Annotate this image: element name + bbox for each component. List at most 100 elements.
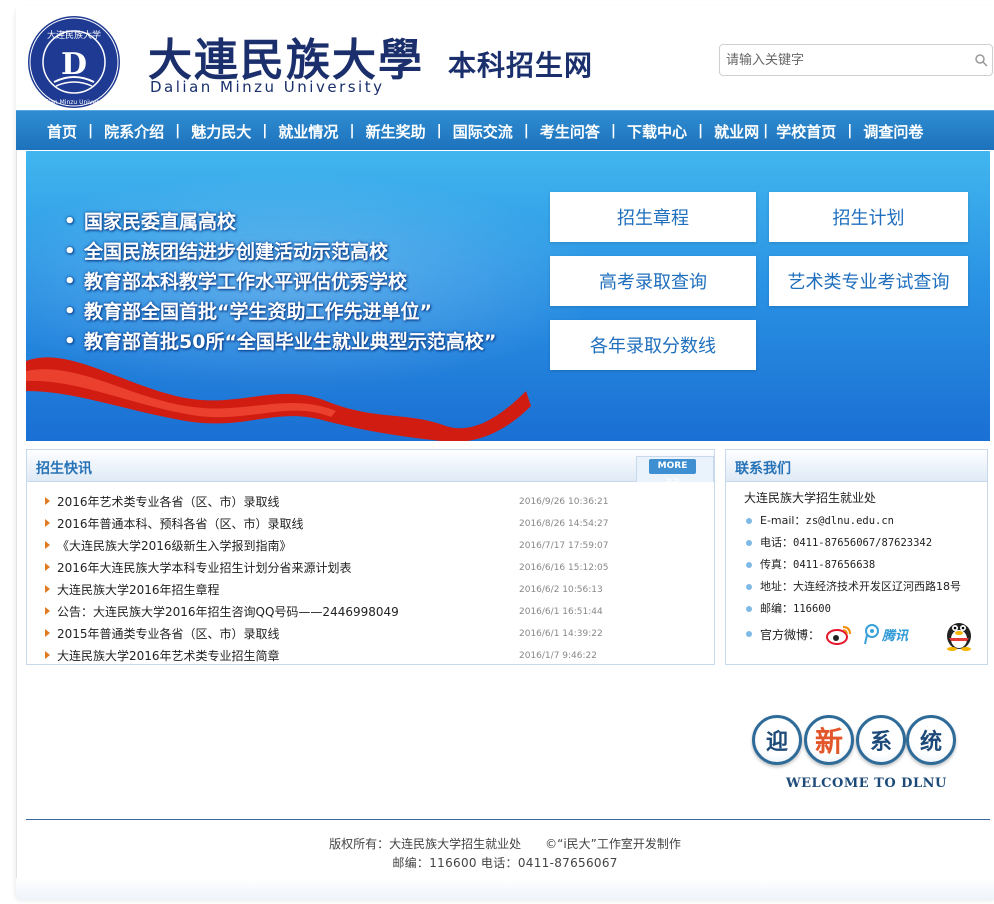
sina-weibo-icon[interactable] xyxy=(826,624,852,646)
contact-label: 邮编： xyxy=(760,602,793,615)
contact-label: E-mail： xyxy=(760,514,806,527)
contact-phone: 电话：0411-87656067/87623342 xyxy=(746,532,961,554)
news-panel-header: 招生快讯 MORE >> xyxy=(27,450,714,486)
nav-departments[interactable]: 院系介绍 xyxy=(93,121,175,142)
news-date: 2016/9/26 10:36:21 xyxy=(519,497,609,507)
news-item[interactable]: 大连民族大学2016年招生章程 2016/6/2 10:56:13 xyxy=(43,578,628,600)
official-weibo-row: 官方微博： 腾讯 xyxy=(746,618,986,651)
news-panel: 招生快讯 MORE >> 2016年艺术类专业各省（区、市）录取线 2016/9/… xyxy=(26,449,715,665)
news-date: 2016/6/1 14:39:22 xyxy=(519,629,603,639)
hero-banner: 国家民委直属高校 全国民族团结进步创建活动示范高校 教育部本科教学工作水平评估优… xyxy=(26,151,990,441)
contact-value: 116600 xyxy=(793,603,831,615)
red-ribbon-decoration xyxy=(26,357,531,441)
dot-bullet-icon xyxy=(746,562,752,568)
nav-charm[interactable]: 魅力民大 xyxy=(180,121,262,142)
nav-jobs-site[interactable]: 就业网 xyxy=(703,121,763,142)
art-exam-query-button[interactable]: 艺术类专业考试查询 xyxy=(769,256,968,306)
nav-downloads[interactable]: 下载中心 xyxy=(616,121,698,142)
nav-home[interactable]: 首页 xyxy=(36,121,88,142)
contact-label: 地址： xyxy=(760,580,793,593)
contact-value: 0411-87656638 xyxy=(793,559,876,571)
footer-contact: 邮编：116600 电话：0411-87656067 xyxy=(392,856,618,870)
news-list: 2016年艺术类专业各省（区、市）录取线 2016/9/26 10:36:21 2… xyxy=(43,490,628,666)
search-input[interactable] xyxy=(720,45,960,75)
honor-item: 国家民委直属高校 xyxy=(64,207,496,237)
dot-bullet-icon xyxy=(746,606,752,612)
contact-fax: 传真：0411-87656638 xyxy=(746,554,961,576)
arrow-bullet-icon xyxy=(45,629,50,637)
arrow-bullet-icon xyxy=(45,607,50,615)
admission-query-button[interactable]: 高考录取查询 xyxy=(550,256,756,306)
dot-bullet-icon xyxy=(746,631,752,637)
score-lines-button[interactable]: 各年录取分数线 xyxy=(550,320,756,370)
admission-charter-button[interactable]: 招生章程 xyxy=(550,192,756,242)
site-title: 本科招生网 xyxy=(448,49,594,82)
contact-list: E-mail：zs@dlnu.edu.cn 电话：0411-87656067/8… xyxy=(746,510,961,620)
svg-text:大连民族大学: 大连民族大学 xyxy=(47,29,101,41)
tencent-weibo-icon[interactable] xyxy=(862,622,884,646)
tencent-text[interactable]: 腾讯 xyxy=(882,625,908,644)
news-item[interactable]: 《大连民族大学2016级新生入学报到指南》 2016/7/17 17:59:07 xyxy=(43,534,628,556)
svg-text:Dalian Minzu University: Dalian Minzu University xyxy=(39,99,110,106)
nav-employment-status[interactable]: 就业情况 xyxy=(267,121,349,142)
arrow-bullet-icon xyxy=(45,651,50,659)
nav-international[interactable]: 国际交流 xyxy=(442,121,524,142)
news-title[interactable]: 大连民族大学2016年艺术类专业招生简章 xyxy=(57,649,280,663)
contact-organization: 大连民族大学招生就业处 xyxy=(744,491,877,505)
news-title[interactable]: 2016年大连民族大学本科专业招生计划分省来源计划表 xyxy=(57,561,352,575)
footer-copyright: 版权所有：大连民族大学招生就业处 ©“i民大”工作室开发制作 xyxy=(329,837,681,851)
news-title[interactable]: 2016年普通本科、预科各省（区、市）录取线 xyxy=(57,517,304,531)
honor-item: 教育部全国首批“学生资助工作先进单位” xyxy=(64,297,496,327)
contact-panel: 联系我们 大连民族大学招生就业处 E-mail：zs@dlnu.edu.cn 电… xyxy=(725,449,988,665)
news-title[interactable]: 2016年艺术类专业各省（区、市）录取线 xyxy=(57,495,280,509)
news-item[interactable]: 2016年艺术类专业各省（区、市）录取线 2016/9/26 10:36:21 xyxy=(43,490,628,512)
news-item[interactable]: 2015年普通类专业各省（区、市）录取线 2016/6/1 14:39:22 xyxy=(43,622,628,644)
bottom-band xyxy=(16,878,994,900)
honors-list: 国家民委直属高校 全国民族团结进步创建活动示范高校 教育部本科教学工作水平评估优… xyxy=(64,207,496,357)
search-icon[interactable] xyxy=(974,53,988,67)
news-title[interactable]: 2015年普通类专业各省（区、市）录取线 xyxy=(57,627,280,641)
news-panel-title: 招生快讯 xyxy=(36,461,92,477)
nav-school-home[interactable]: 学校首页 xyxy=(768,121,847,142)
news-date: 2016/7/17 17:59:07 xyxy=(519,541,609,551)
news-date: 2016/1/7 9:46:22 xyxy=(519,651,597,661)
nav-student-aid[interactable]: 新生奖助 xyxy=(355,121,437,142)
contact-postcode: 邮编：116600 xyxy=(746,598,961,620)
more-button[interactable]: MORE >> xyxy=(649,459,696,486)
news-title[interactable]: 大连民族大学2016年招生章程 xyxy=(57,583,220,597)
arrow-bullet-icon xyxy=(45,541,50,549)
contact-address: 地址：大连经济技术开发区辽河西路18号 xyxy=(746,576,961,598)
university-seal-logo[interactable]: 大连民族大学 Dalian Minzu University D xyxy=(26,14,122,110)
contact-value[interactable]: zs@dlnu.edu.cn xyxy=(806,515,895,527)
welcome-char: 统 xyxy=(906,715,956,765)
welcome-system-link[interactable]: 迎 新 系 统 WELCOME TO DLNU xyxy=(752,712,962,802)
news-item[interactable]: 公告：大连民族大学2016年招生咨询QQ号码——2446998049 2016/6… xyxy=(43,600,628,622)
contact-panel-title: 联系我们 xyxy=(735,461,791,477)
news-date: 2016/6/16 15:12:05 xyxy=(519,563,609,573)
news-item[interactable]: 2016年普通本科、预科各省（区、市）录取线 2016/8/26 14:54:27 xyxy=(43,512,628,534)
news-item[interactable]: 2016年大连民族大学本科专业招生计划分省来源计划表 2016/6/16 15:1… xyxy=(43,556,628,578)
news-title[interactable]: 公告：大连民族大学2016年招生咨询QQ号码——2446998049 xyxy=(57,605,399,619)
arrow-bullet-icon xyxy=(45,497,50,505)
arrow-bullet-icon xyxy=(45,519,50,527)
news-date: 2016/8/26 14:54:27 xyxy=(519,519,609,529)
enrollment-plan-button[interactable]: 招生计划 xyxy=(769,192,968,242)
contact-label: 传真： xyxy=(760,558,793,571)
dot-bullet-icon xyxy=(746,540,752,546)
welcome-char: 迎 xyxy=(752,715,802,765)
honor-item: 全国民族团结进步创建活动示范高校 xyxy=(64,237,496,267)
contact-panel-header: 联系我们 xyxy=(726,450,987,482)
weibo-label: 官方微博： xyxy=(760,628,821,642)
nav-faq[interactable]: 考生问答 xyxy=(529,121,611,142)
contact-email: E-mail：zs@dlnu.edu.cn xyxy=(746,510,961,532)
dot-bullet-icon xyxy=(746,584,752,590)
contact-label: 电话： xyxy=(760,536,793,549)
arrow-bullet-icon xyxy=(45,585,50,593)
qq-penguin-icon[interactable] xyxy=(940,614,978,652)
footer-divider xyxy=(26,819,990,820)
welcome-char: 新 xyxy=(804,715,854,765)
news-title[interactable]: 《大连民族大学2016级新生入学报到指南》 xyxy=(57,539,292,553)
main-nav: 首页 | 院系介绍 | 魅力民大 | 就业情况 | 新生奖助 | 国际交流 | 考生问答 | … xyxy=(16,110,994,150)
news-item[interactable]: 大连民族大学2016年艺术类专业招生简章 2016/1/7 9:46:22 xyxy=(43,644,628,666)
nav-survey[interactable]: 调查问卷 xyxy=(852,121,934,142)
